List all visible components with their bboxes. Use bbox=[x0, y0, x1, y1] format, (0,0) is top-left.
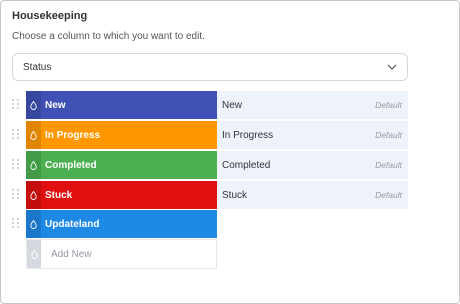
chevron-down-icon bbox=[387, 64, 397, 70]
panel-subtitle: Choose a column to which you want to edi… bbox=[12, 31, 205, 42]
mapped-value-text: Completed bbox=[222, 159, 271, 171]
panel-title: Housekeeping bbox=[12, 10, 88, 22]
status-label-swatch[interactable]: Completed bbox=[26, 151, 217, 179]
paint-drop-icon[interactable] bbox=[26, 91, 41, 119]
mapped-value-text: In Progress bbox=[222, 129, 274, 141]
mapped-value[interactable]: New Default bbox=[217, 91, 408, 119]
status-label-name: New bbox=[45, 99, 66, 111]
drag-handle-icon[interactable] bbox=[12, 159, 22, 171]
column-select[interactable]: Status bbox=[12, 53, 408, 81]
housekeeping-panel: Housekeeping Choose a column to which yo… bbox=[0, 0, 460, 304]
status-row: In Progress In Progress Default bbox=[12, 121, 408, 149]
mapped-value-text: New bbox=[222, 99, 243, 111]
paint-drop-icon[interactable] bbox=[26, 121, 41, 149]
status-label-name: In Progress bbox=[45, 129, 101, 141]
status-label-swatch[interactable]: Updateland bbox=[26, 210, 217, 238]
mapped-value[interactable]: Stuck Default bbox=[217, 181, 408, 209]
drag-handle-icon[interactable] bbox=[12, 189, 22, 201]
default-tag: Default bbox=[375, 160, 402, 170]
add-new-label: Add New bbox=[51, 248, 92, 260]
mapped-value-text: Stuck bbox=[222, 189, 248, 201]
default-tag: Default bbox=[375, 100, 402, 110]
status-label-name: Completed bbox=[45, 159, 97, 171]
drag-handle-icon[interactable] bbox=[12, 218, 22, 230]
paint-drop-icon bbox=[27, 240, 41, 268]
status-label-swatch[interactable]: New bbox=[26, 91, 217, 119]
status-label-swatch[interactable]: In Progress bbox=[26, 121, 217, 149]
status-label-name: Stuck bbox=[45, 189, 73, 201]
mapped-value[interactable]: Completed Default bbox=[217, 151, 408, 179]
add-new-label-button[interactable]: Add New bbox=[26, 239, 217, 269]
mapped-value[interactable]: In Progress Default bbox=[217, 121, 408, 149]
paint-drop-icon[interactable] bbox=[26, 151, 41, 179]
default-tag: Default bbox=[375, 130, 402, 140]
paint-drop-icon[interactable] bbox=[26, 210, 41, 238]
column-select-value: Status bbox=[23, 61, 52, 73]
status-label-name: Updateland bbox=[45, 218, 100, 230]
default-tag: Default bbox=[375, 190, 402, 200]
status-row: New New Default bbox=[12, 91, 408, 119]
drag-handle-icon[interactable] bbox=[12, 129, 22, 141]
status-row: Completed Completed Default bbox=[12, 151, 408, 179]
status-row: Stuck Stuck Default bbox=[12, 181, 408, 209]
paint-drop-icon[interactable] bbox=[26, 181, 41, 209]
status-row: Updateland bbox=[12, 210, 408, 238]
drag-handle-icon[interactable] bbox=[12, 99, 22, 111]
status-label-swatch[interactable]: Stuck bbox=[26, 181, 217, 209]
